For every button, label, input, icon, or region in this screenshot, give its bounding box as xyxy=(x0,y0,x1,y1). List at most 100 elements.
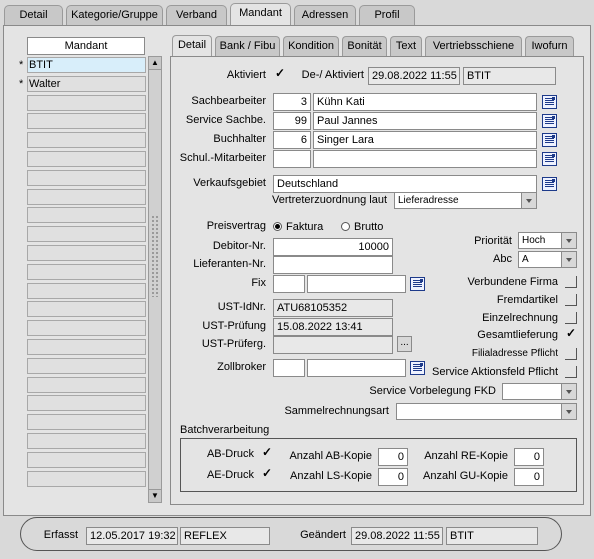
service-aktionsfeld-checkbox[interactable] xyxy=(565,366,577,378)
scroll-thumb-grip[interactable] xyxy=(151,215,159,297)
list-row[interactable] xyxy=(27,433,146,449)
list-row[interactable] xyxy=(27,282,146,299)
chevron-down-icon[interactable] xyxy=(561,404,576,419)
tab-kategorie-gruppe[interactable]: Kategorie/Gruppe xyxy=(66,5,163,25)
list-row[interactable] xyxy=(27,414,146,431)
fix-name[interactable] xyxy=(307,275,406,293)
list-row[interactable] xyxy=(27,226,146,243)
list-row[interactable] xyxy=(27,376,146,393)
service-sachbe-nr[interactable]: 99 xyxy=(273,112,311,130)
tab-profil[interactable]: Profil xyxy=(359,5,415,25)
debitor-field[interactable]: 10000 xyxy=(273,238,393,256)
gu-kopie-field[interactable]: 0 xyxy=(514,468,544,486)
lieferanten-field[interactable] xyxy=(273,256,393,274)
chevron-down-icon[interactable] xyxy=(561,233,576,248)
verkaufsgebiet-label: Verkaufsgebiet xyxy=(193,177,266,189)
subtab-iwofurn[interactable]: Iwofurn xyxy=(525,36,574,56)
list-row[interactable] xyxy=(27,339,146,355)
sachbearbeiter-name[interactable]: Kühn Kati xyxy=(313,93,537,111)
scroll-down-icon[interactable]: ▼ xyxy=(149,489,161,502)
list-row[interactable] xyxy=(27,470,146,487)
picker-icon[interactable] xyxy=(542,133,557,147)
zollbroker-name[interactable] xyxy=(307,359,406,377)
verbundene-firma-checkbox[interactable] xyxy=(565,276,577,288)
scroll-up-icon[interactable]: ▲ xyxy=(149,57,161,70)
subtab-bonitaet[interactable]: Bonität xyxy=(342,36,387,56)
tab-detail[interactable]: Detail xyxy=(4,5,63,25)
re-kopie-field[interactable]: 0 xyxy=(514,448,544,466)
service-aktionsfeld-label: Service Aktionsfeld Pflicht xyxy=(432,366,558,378)
list-row[interactable] xyxy=(27,132,146,149)
tab-mandant[interactable]: Mandant xyxy=(230,3,291,25)
ust-pruefg-field xyxy=(273,336,393,354)
list-row[interactable] xyxy=(27,113,146,130)
ab-kopie-field[interactable]: 0 xyxy=(378,448,408,466)
verbundene-firma-label: Verbundene Firma xyxy=(467,276,559,288)
sachbearbeiter-nr[interactable]: 3 xyxy=(273,93,311,111)
schul-mitarbeiter-name[interactable] xyxy=(313,150,537,168)
einzelrechnung-checkbox[interactable] xyxy=(565,312,577,324)
buchhalter-name[interactable]: Singer Lara xyxy=(313,131,537,149)
list-row[interactable] xyxy=(27,451,146,468)
subtab-vertriebsschiene[interactable]: Vertriebsschiene xyxy=(425,36,522,56)
debitor-label: Debitor-Nr. xyxy=(212,240,266,252)
preisvertrag-label: Preisvertrag xyxy=(206,220,266,232)
faktura-label: Faktura xyxy=(286,221,324,233)
batch-title: Batchverarbeitung xyxy=(180,424,270,436)
service-vorbelegung-select[interactable] xyxy=(502,383,577,400)
list-row[interactable] xyxy=(27,169,146,186)
picker-icon[interactable] xyxy=(542,114,557,128)
schul-mitarbeiter-nr[interactable] xyxy=(273,150,311,168)
subtab-detail[interactable]: Detail xyxy=(172,35,212,56)
buchhalter-nr[interactable]: 6 xyxy=(273,131,311,149)
picker-icon[interactable] xyxy=(542,177,557,191)
list-row[interactable] xyxy=(27,357,146,374)
gesamtlieferung-label: Gesamtlieferung xyxy=(477,329,558,341)
prioritaet-select[interactable]: Hoch xyxy=(518,232,577,249)
filialadresse-checkbox[interactable] xyxy=(565,348,577,360)
chevron-down-icon[interactable] xyxy=(561,384,576,399)
list-row[interactable] xyxy=(27,395,146,412)
ae-druck-checkbox[interactable]: ✓ xyxy=(261,467,273,480)
faktura-radio[interactable] xyxy=(273,222,282,231)
list-row[interactable] xyxy=(27,320,146,337)
service-sachbe-name[interactable]: Paul Jannes xyxy=(313,112,537,130)
list-row[interactable] xyxy=(27,207,146,224)
verkaufsgebiet-field[interactable]: Deutschland xyxy=(273,175,537,193)
list-item-label: BTIT xyxy=(29,59,53,71)
list-row[interactable] xyxy=(27,263,146,280)
picker-icon[interactable] xyxy=(542,95,557,109)
ab-druck-label: AB-Druck xyxy=(206,448,254,460)
zollbroker-nr[interactable] xyxy=(273,359,305,377)
aktiviert-label: Aktiviert xyxy=(226,69,266,81)
brutto-radio[interactable] xyxy=(341,222,350,231)
ust-pruefg-more-button[interactable]: ... xyxy=(397,336,412,352)
list-row[interactable] xyxy=(27,188,146,205)
gesamtlieferung-checkbox[interactable]: ✓ xyxy=(565,327,577,340)
tab-adressen[interactable]: Adressen xyxy=(294,5,356,25)
list-row[interactable] xyxy=(27,151,146,167)
picker-icon[interactable] xyxy=(542,152,557,166)
schul-mitarbeiter-label: Schul.-Mitarbeiter xyxy=(179,152,266,164)
list-row[interactable] xyxy=(27,245,146,261)
brutto-label: Brutto xyxy=(354,221,384,233)
list-row[interactable] xyxy=(27,94,146,111)
subtab-kondition[interactable]: Kondition xyxy=(283,36,339,56)
tab-verband[interactable]: Verband xyxy=(166,5,227,25)
vertreterzuordnung-select[interactable]: Lieferadresse xyxy=(394,192,537,209)
aktiviert-checkbox[interactable]: ✓ xyxy=(274,67,286,80)
subtab-bank-fibu[interactable]: Bank / Fibu xyxy=(215,36,280,56)
fix-nr[interactable] xyxy=(273,275,305,293)
de-aktiviert-date: 29.08.2022 11:55 xyxy=(368,67,460,85)
ls-kopie-field[interactable]: 0 xyxy=(378,468,408,486)
chevron-down-icon[interactable] xyxy=(561,252,576,267)
ab-druck-checkbox[interactable]: ✓ xyxy=(261,446,273,459)
einzelrechnung-label: Einzelrechnung xyxy=(482,312,558,324)
list-row[interactable] xyxy=(27,301,146,318)
fremdartikel-checkbox[interactable] xyxy=(565,294,577,306)
vertreterzuordnung-value: Lieferadresse xyxy=(398,195,459,206)
sammelrechnung-select[interactable] xyxy=(396,403,577,420)
subtab-text[interactable]: Text xyxy=(390,36,422,56)
abc-select[interactable]: A xyxy=(518,251,577,268)
chevron-down-icon[interactable] xyxy=(521,193,536,208)
